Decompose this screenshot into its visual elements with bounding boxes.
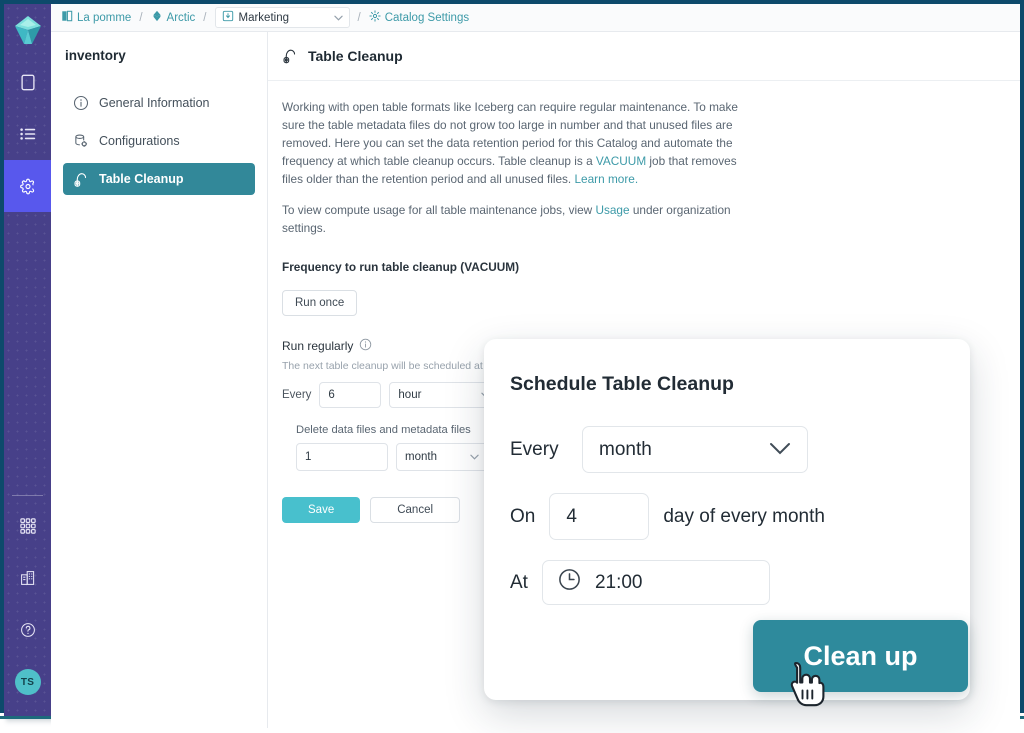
square-outline-icon xyxy=(20,74,36,90)
modal-on-label: On xyxy=(510,505,536,527)
every-unit-value: hour xyxy=(398,389,422,402)
every-unit-select[interactable]: hour xyxy=(389,382,500,409)
modal-every-label: Every xyxy=(510,438,559,460)
apps-grid-icon xyxy=(19,518,36,534)
breadcrumb-separator: / xyxy=(203,11,207,24)
vacuum-icon xyxy=(282,48,298,64)
modal-day-input[interactable]: 4 xyxy=(549,493,650,540)
retention-value-input[interactable]: 1 xyxy=(296,443,388,472)
frequency-section-title: Frequency to run table cleanup (VACUUM) xyxy=(282,260,520,275)
modal-every-row: Every month xyxy=(510,426,944,473)
save-button[interactable]: Save xyxy=(282,497,361,524)
book-icon xyxy=(61,10,73,25)
modal-on-suffix: day of every month xyxy=(663,505,825,527)
breadcrumb-label: Arctic xyxy=(166,11,196,24)
page-header: Table Cleanup xyxy=(268,32,1020,81)
sidebar-item-label: Configurations xyxy=(99,134,180,148)
iceberg-diamond-logo[interactable] xyxy=(4,4,51,56)
learn-more-link[interactable]: Learn more. xyxy=(575,172,639,186)
breadcrumb: La pomme / Arctic / Marketing / Catalog … xyxy=(51,4,1020,32)
usage-link[interactable]: Usage xyxy=(595,203,629,217)
app-rail: TS xyxy=(4,4,51,716)
modal-every-value: month xyxy=(599,438,652,460)
description-paragraph-2: To view compute usage for all table main… xyxy=(282,202,742,238)
app-rail-top xyxy=(4,4,51,212)
question-circle-icon xyxy=(20,622,36,638)
arctic-icon xyxy=(151,10,163,25)
info-circle-icon xyxy=(73,95,89,111)
breadcrumb-item-catalog-settings[interactable]: Catalog Settings xyxy=(369,10,469,25)
breadcrumb-separator: / xyxy=(139,11,143,24)
sidebar-item-organization[interactable] xyxy=(4,552,51,604)
breadcrumb-catalog-selector[interactable]: Marketing xyxy=(214,7,350,28)
avatar-initials: TS xyxy=(14,669,41,695)
catalog-icon xyxy=(222,10,234,25)
modal-on-row: On 4 day of every month xyxy=(510,493,944,540)
sidebar-item-general-information[interactable]: General Information xyxy=(63,87,255,119)
sidebar-item-label: Table Cleanup xyxy=(99,172,184,186)
sidebar-item-label: General Information xyxy=(99,96,210,110)
modal-at-label: At xyxy=(510,571,528,593)
page-title: Table Cleanup xyxy=(308,48,403,64)
sidebar-item-apps[interactable] xyxy=(4,500,51,552)
sidebar-item-settings[interactable] xyxy=(4,160,51,212)
database-gear-icon xyxy=(73,133,89,149)
every-value-input[interactable]: 6 xyxy=(319,382,382,409)
rail-divider xyxy=(12,495,43,496)
breadcrumb-label: La pomme xyxy=(77,11,132,24)
modal-time-input[interactable]: 21:00 xyxy=(541,560,770,605)
breadcrumb-catalog-label: Marketing xyxy=(238,11,290,24)
sidebar-item-configurations[interactable]: Configurations xyxy=(63,125,255,157)
info-circle-icon[interactable] xyxy=(359,338,372,354)
vacuum-icon xyxy=(73,171,89,187)
modal-every-select[interactable]: month xyxy=(582,426,808,473)
gear-icon xyxy=(369,10,381,25)
sidebar-item-table-cleanup[interactable]: Table Cleanup xyxy=(63,163,255,195)
retention-unit-value: month xyxy=(405,451,437,464)
chevron-down-icon xyxy=(470,451,479,463)
clean-up-button[interactable]: Clean up xyxy=(753,620,968,692)
run-regularly-label: Run regularly xyxy=(282,339,354,354)
list-icon xyxy=(19,126,36,142)
settings-sidebar: inventory General Information Configurat… xyxy=(51,32,268,728)
building-icon xyxy=(20,570,36,586)
cancel-button[interactable]: Cancel xyxy=(370,497,461,524)
breadcrumb-label: Catalog Settings xyxy=(384,11,470,24)
gear-icon xyxy=(19,178,36,194)
sidebar-item-help[interactable] xyxy=(4,604,51,656)
description-paragraph-1: Working with open table formats like Ice… xyxy=(282,99,742,189)
avatar[interactable]: TS xyxy=(4,656,51,708)
vacuum-link[interactable]: VACUUM xyxy=(596,154,646,168)
chevron-down-icon xyxy=(333,13,343,23)
schedule-table-cleanup-modal: Schedule Table Cleanup Every month On 4 … xyxy=(484,339,970,700)
clock-icon xyxy=(557,567,582,598)
run-once-button[interactable]: Run once xyxy=(282,290,358,317)
breadcrumb-item-la-pomme[interactable]: La pomme xyxy=(61,10,131,25)
app-screenshot: TS La pomme / Arctic / Marketing / Catal… xyxy=(0,0,1024,733)
app-rail-bottom: TS xyxy=(4,489,51,716)
sidebar-item-jobs[interactable] xyxy=(4,108,51,160)
modal-time-value: 21:00 xyxy=(594,571,643,593)
settings-sidebar-title: inventory xyxy=(65,48,126,63)
chevron-down-icon xyxy=(769,442,791,458)
every-label: Every xyxy=(282,389,312,402)
paragraph-text: To view compute usage for all table main… xyxy=(282,202,596,217)
modal-at-row: At 21:00 xyxy=(510,560,944,605)
retention-unit-select[interactable]: month xyxy=(396,443,488,472)
breadcrumb-separator: / xyxy=(357,11,361,24)
modal-title: Schedule Table Cleanup xyxy=(510,373,734,395)
breadcrumb-item-arctic[interactable]: Arctic xyxy=(151,10,196,25)
sidebar-item-sources[interactable] xyxy=(4,56,51,108)
